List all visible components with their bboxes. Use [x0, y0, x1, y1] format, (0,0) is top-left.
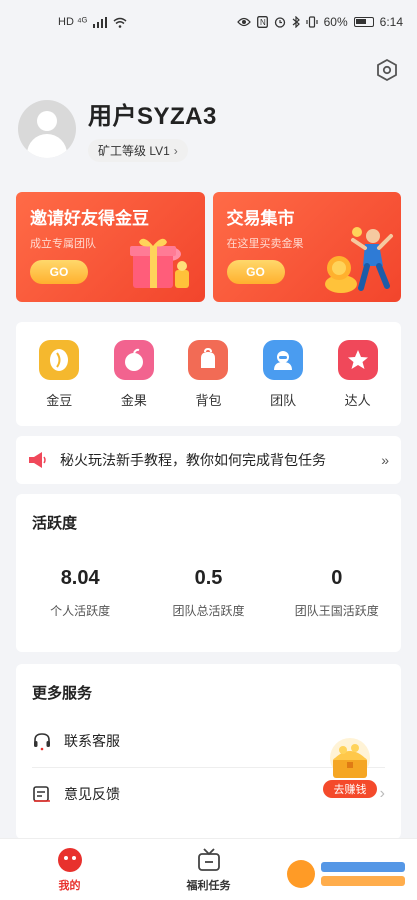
level-label: 矿工等级 LV1	[98, 144, 170, 158]
settings-hexagon-icon[interactable]	[375, 58, 399, 82]
username: 用户SYZA3	[88, 103, 217, 130]
profile-header: 用户SYZA3 矿工等级 LV1 ›	[18, 96, 217, 162]
feature-gold-bean[interactable]: 金豆	[29, 339, 89, 409]
signal-icon	[93, 16, 108, 28]
feature-team[interactable]: 团队	[253, 339, 313, 409]
star-icon	[337, 339, 378, 380]
stat-label: 团队总活跃度	[172, 604, 245, 618]
promo-row: 邀请好友得金豆 成立专属团队 GO 交易集市 在这里买卖金果 GO	[16, 192, 401, 302]
avatar-body-shape	[27, 134, 67, 158]
stat-value: 8.04	[60, 567, 100, 589]
stat-value: 0	[331, 567, 343, 589]
profile-face-icon	[57, 848, 82, 872]
stat-team-total: 0.5 团队总活跃度	[153, 567, 263, 619]
tab-label: 我的	[58, 880, 81, 892]
status-left: HD ⁴ᴳ	[58, 16, 127, 28]
stat-label: 团队王国活跃度	[294, 604, 379, 618]
stat-team-kingdom: 0 团队王国活跃度	[282, 567, 392, 619]
battery-percent: 60%	[323, 15, 348, 29]
watermark-logo-icon	[283, 856, 411, 892]
team-icon	[263, 339, 304, 380]
double-chevron-right-icon: »	[381, 452, 389, 468]
feature-label: 金豆	[46, 392, 73, 408]
backpack-icon	[188, 339, 229, 380]
treasure-chest-icon	[330, 738, 370, 778]
notice-text: 秘火玩法新手教程，教你如何完成背包任务	[60, 452, 326, 468]
bluetooth-icon	[292, 16, 300, 28]
megaphone-icon	[29, 452, 46, 468]
stat-personal: 8.04 个人活跃度	[25, 567, 135, 619]
feature-label: 背包	[195, 392, 222, 408]
nfc-icon: N	[256, 16, 268, 28]
feature-grid: 金豆 金果 背包 团队 达人	[16, 322, 401, 426]
feature-gold-fruit[interactable]: 金果	[104, 339, 164, 409]
services-card: 更多服务 联系客服 意见反馈 › 去赚钱	[16, 664, 401, 839]
svg-text:N: N	[260, 18, 266, 27]
invite-friends-banner[interactable]: 邀请好友得金豆 成立专属团队 GO	[16, 192, 205, 302]
coin-trader-icon	[325, 227, 393, 293]
apple-icon	[113, 339, 154, 380]
profile-info: 用户SYZA3 矿工等级 LV1 ›	[88, 96, 217, 162]
tv-gift-icon	[197, 848, 220, 871]
activity-stats: 8.04 个人活跃度 0.5 团队总活跃度 0 团队王国活跃度	[16, 567, 401, 619]
clock: 6:14	[379, 15, 403, 29]
network-indicator: HD ⁴ᴳ	[58, 16, 88, 28]
services-title: 更多服务	[32, 685, 93, 702]
feature-backpack[interactable]: 背包	[178, 339, 238, 409]
chevron-right-icon: ›	[173, 143, 178, 158]
avatar-head-shape	[37, 111, 57, 131]
avatar[interactable]	[18, 100, 76, 158]
earn-money-badge[interactable]: 去赚钱	[319, 736, 381, 798]
wifi-icon	[113, 17, 127, 28]
feature-label: 达人	[344, 392, 371, 408]
feature-label: 金果	[120, 392, 147, 408]
feature-label: 团队	[270, 392, 297, 408]
market-go-button[interactable]: GO	[226, 260, 285, 284]
feature-expert[interactable]: 达人	[328, 339, 388, 409]
notice-bar[interactable]: 秘火玩法新手教程，教你如何完成背包任务 »	[16, 436, 401, 484]
invite-go-button[interactable]: GO	[30, 260, 88, 284]
stat-value: 0.5	[194, 567, 223, 589]
tab-mine[interactable]: 我的	[0, 839, 139, 900]
earn-label: 去赚钱	[323, 780, 377, 798]
status-bar: HD ⁴ᴳ N 60% 6:14	[0, 0, 417, 44]
eye-icon	[236, 17, 251, 27]
alarm-icon	[274, 17, 285, 28]
battery-icon	[353, 17, 374, 27]
level-badge[interactable]: 矿工等级 LV1 ›	[88, 139, 188, 162]
activity-title: 活跃度	[32, 515, 78, 532]
trade-market-banner[interactable]: 交易集市 在这里买卖金果 GO	[212, 192, 401, 302]
tab-welfare-tasks[interactable]: 福利任务	[139, 839, 278, 900]
activity-card: 活跃度 8.04 个人活跃度 0.5 团队总活跃度 0 团队王国活跃度	[16, 494, 401, 652]
promo-title: 邀请好友得金豆	[30, 209, 149, 228]
stat-label: 个人活跃度	[50, 604, 111, 618]
vibrate-icon	[306, 16, 318, 28]
feedback-icon	[33, 785, 50, 802]
status-right: N 60% 6:14	[236, 15, 403, 29]
bean-icon	[39, 339, 80, 380]
headset-icon	[34, 733, 50, 751]
tab-label: 福利任务	[186, 880, 231, 892]
gift-box-icon	[129, 238, 189, 288]
